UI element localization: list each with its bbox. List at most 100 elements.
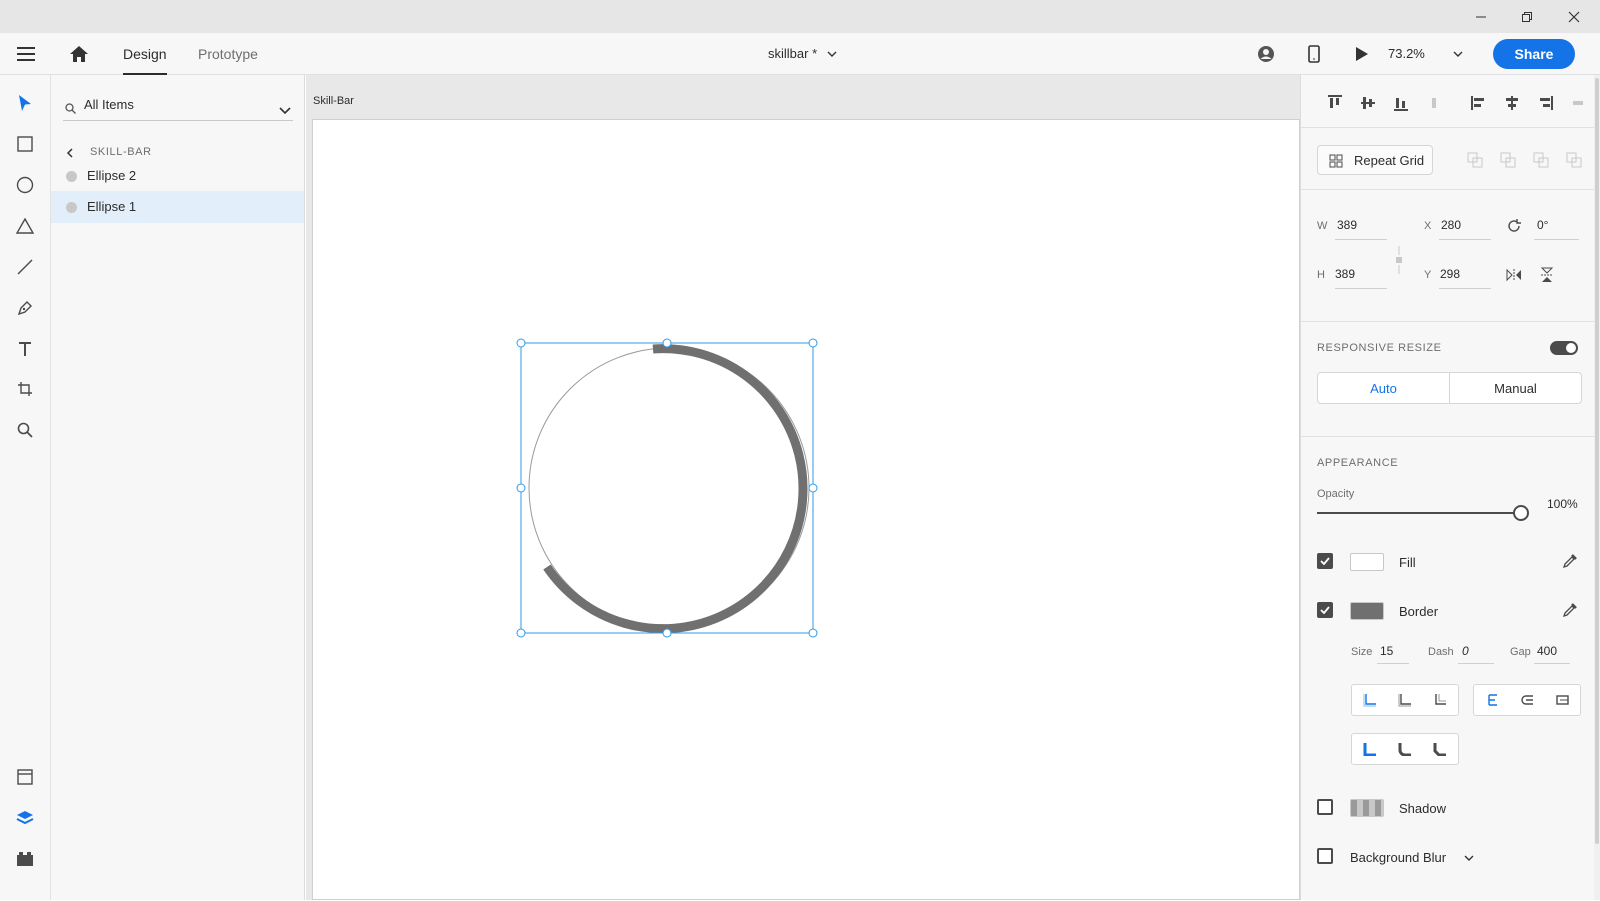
flip-horizontal-icon[interactable] <box>1504 265 1524 285</box>
device-preview-icon[interactable] <box>1302 42 1326 66</box>
ellipse-icon[interactable] <box>13 173 37 197</box>
chevron-down-icon[interactable] <box>279 102 291 120</box>
restore-icon[interactable] <box>1504 0 1550 33</box>
window-titlebar <box>0 0 1600 33</box>
stroke-position-group <box>1351 684 1459 716</box>
zoom-icon[interactable] <box>13 418 37 442</box>
border-checkbox[interactable] <box>1317 602 1333 618</box>
resize-manual-button[interactable]: Manual <box>1450 373 1581 403</box>
distribute-vertical-icon[interactable] <box>1424 93 1444 113</box>
boolean-add-icon[interactable] <box>1465 150 1485 170</box>
play-icon[interactable] <box>1350 42 1374 66</box>
rectangle-icon[interactable] <box>13 132 37 156</box>
border-color-swatch[interactable] <box>1350 602 1384 620</box>
eyedropper-icon[interactable] <box>1560 551 1580 571</box>
shadow-checkbox[interactable] <box>1317 799 1333 815</box>
width-field[interactable]: 389 <box>1337 218 1357 232</box>
inspector-scrollbar-thumb[interactable] <box>1595 78 1599 844</box>
fill-label: Fill <box>1399 555 1416 570</box>
opacity-value[interactable]: 100% <box>1547 497 1578 511</box>
border-gap-label: Gap <box>1510 646 1531 658</box>
opacity-label: Opacity <box>1317 488 1355 500</box>
repeat-grid-button[interactable]: Repeat Grid <box>1317 145 1433 175</box>
zoom-level[interactable]: 73.2% <box>1388 46 1425 61</box>
distribute-horizontal-icon[interactable] <box>1568 93 1588 113</box>
eyedropper-icon[interactable] <box>1560 600 1580 620</box>
join-miter-icon[interactable] <box>1352 734 1387 764</box>
rotation-field[interactable]: 0° <box>1537 218 1548 232</box>
join-round-icon[interactable] <box>1387 734 1422 764</box>
height-field[interactable]: 389 <box>1335 267 1355 281</box>
y-field[interactable]: 298 <box>1440 267 1460 281</box>
divider <box>1301 436 1595 437</box>
x-field[interactable]: 280 <box>1441 218 1461 232</box>
hamburger-menu-icon[interactable] <box>14 42 38 66</box>
layers-icon[interactable] <box>13 806 37 830</box>
border-gap-field[interactable]: 400 <box>1537 644 1557 658</box>
cap-butt-icon[interactable] <box>1474 685 1509 715</box>
x-label: X <box>1424 220 1432 232</box>
tab-prototype[interactable]: Prototype <box>198 46 258 62</box>
artboard-icon[interactable] <box>13 377 37 401</box>
stroke-center-icon[interactable] <box>1387 685 1422 715</box>
layer-item-ellipse-1[interactable]: Ellipse 1 <box>51 191 304 223</box>
polygon-icon[interactable] <box>13 214 37 238</box>
background-blur-checkbox[interactable] <box>1317 848 1333 864</box>
align-right-icon[interactable] <box>1535 93 1555 113</box>
boolean-exclude-icon[interactable] <box>1564 150 1584 170</box>
border-size-field[interactable]: 15 <box>1380 644 1393 658</box>
boolean-subtract-icon[interactable] <box>1498 150 1518 170</box>
align-bottom-icon[interactable] <box>1391 93 1411 113</box>
stroke-inner-icon[interactable] <box>1352 685 1387 715</box>
share-button[interactable]: Share <box>1493 39 1575 69</box>
text-icon[interactable] <box>13 337 37 361</box>
document-title[interactable]: skillbar * <box>768 46 837 61</box>
user-share-icon[interactable] <box>1254 42 1278 66</box>
stroke-outer-icon[interactable] <box>1423 685 1458 715</box>
width-underline <box>1335 239 1387 240</box>
select-icon[interactable] <box>13 91 37 115</box>
resize-mode-switch: Auto Manual <box>1317 372 1582 404</box>
breadcrumb[interactable]: SKILL-BAR <box>90 146 152 158</box>
height-underline <box>1335 288 1387 289</box>
resize-auto-button[interactable]: Auto <box>1318 373 1450 403</box>
boolean-intersect-icon[interactable] <box>1531 150 1551 170</box>
fill-color-swatch[interactable] <box>1350 553 1384 571</box>
flip-vertical-icon[interactable] <box>1537 265 1557 285</box>
divider <box>1301 321 1595 322</box>
pen-icon[interactable] <box>13 296 37 320</box>
cap-round-icon[interactable] <box>1509 685 1544 715</box>
assets-icon[interactable] <box>13 765 37 789</box>
artboard[interactable] <box>312 119 1300 900</box>
cap-square-icon[interactable] <box>1545 685 1580 715</box>
grid-icon <box>1329 154 1343 171</box>
zoom-dropdown-icon[interactable] <box>1446 42 1470 66</box>
minimize-icon[interactable] <box>1458 0 1504 33</box>
align-center-icon[interactable] <box>1502 93 1522 113</box>
canvas[interactable]: Skill-Bar <box>306 75 1300 900</box>
checkmark-icon <box>1320 557 1330 565</box>
line-icon[interactable] <box>13 255 37 279</box>
opacity-slider-handle[interactable] <box>1513 505 1529 521</box>
height-label: H <box>1317 269 1325 281</box>
opacity-slider-track[interactable] <box>1317 512 1522 514</box>
artboard-title[interactable]: Skill-Bar <box>313 95 354 107</box>
lock-aspect-icon[interactable] <box>1389 246 1409 274</box>
join-bevel-icon[interactable] <box>1423 734 1458 764</box>
layer-search[interactable]: All Items <box>63 93 293 121</box>
tab-design[interactable]: Design <box>123 46 167 75</box>
home-icon[interactable] <box>67 42 91 66</box>
layer-item-ellipse-2[interactable]: Ellipse 2 <box>51 160 304 192</box>
plugins-icon[interactable] <box>13 847 37 871</box>
align-top-icon[interactable] <box>1325 93 1345 113</box>
close-icon[interactable] <box>1551 0 1597 33</box>
responsive-resize-title: RESPONSIVE RESIZE <box>1317 342 1442 354</box>
responsive-resize-toggle[interactable] <box>1550 341 1578 355</box>
fill-checkbox[interactable] <box>1317 553 1333 569</box>
chevron-down-icon[interactable] <box>1459 848 1479 868</box>
align-middle-icon[interactable] <box>1358 93 1378 113</box>
document-title-label: skillbar * <box>768 46 818 61</box>
border-dash-field[interactable]: 0 <box>1462 644 1469 658</box>
align-left-icon[interactable] <box>1469 93 1489 113</box>
shadow-swatch[interactable] <box>1350 799 1384 817</box>
